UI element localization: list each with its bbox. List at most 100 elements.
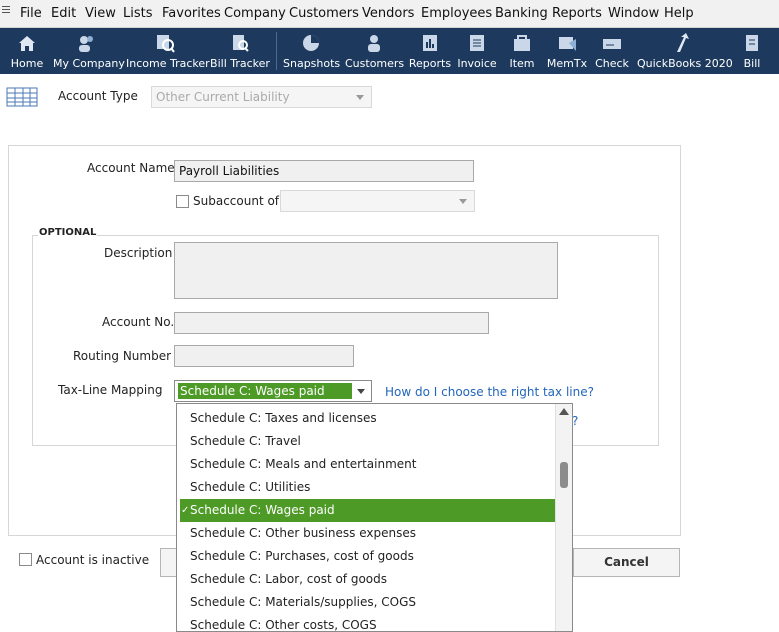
menu-favorites[interactable]: Favorites bbox=[162, 6, 221, 21]
account-no-field[interactable] bbox=[174, 312, 489, 334]
toolbar-label: Bill bbox=[743, 57, 761, 70]
description-label: Description bbox=[104, 246, 173, 260]
cancel-button-label: Cancel bbox=[604, 555, 649, 569]
toolbar-my-company-button[interactable]: My Company bbox=[53, 28, 125, 74]
toolbar-label: Check bbox=[595, 57, 629, 70]
dropdown-option[interactable]: Schedule C: Meals and entertainment bbox=[177, 453, 555, 476]
toolbar-label: My Company bbox=[53, 57, 125, 70]
scroll-up-arrow-icon[interactable] bbox=[559, 408, 569, 415]
toolbar-label: Reports bbox=[408, 57, 452, 70]
dropdown-option[interactable]: Schedule C: Taxes and licenses bbox=[177, 407, 555, 430]
toolbar-label: Item bbox=[509, 57, 535, 70]
option-label: Schedule C: Travel bbox=[190, 434, 301, 448]
reports-icon bbox=[423, 35, 437, 51]
menu-edit[interactable]: Edit bbox=[51, 6, 76, 21]
income-tracker-icon bbox=[157, 35, 175, 53]
option-label: Schedule C: Taxes and licenses bbox=[190, 411, 377, 425]
menu-customers[interactable]: Customers bbox=[289, 6, 359, 21]
toolbar-snapshots-button[interactable]: Snapshots bbox=[283, 28, 341, 74]
menu-lists[interactable]: Lists bbox=[123, 6, 153, 21]
dropdown-option[interactable]: Schedule C: Other business expenses bbox=[177, 522, 555, 545]
account-name-field[interactable]: Payroll Liabilities bbox=[174, 160, 474, 182]
option-label: Schedule C: Materials/supplies, COGS bbox=[190, 595, 417, 609]
option-label: Schedule C: Purchases, cost of goods bbox=[190, 549, 414, 563]
dropdown-option[interactable]: Schedule C: Labor, cost of goods bbox=[177, 568, 555, 591]
subaccount-checkbox[interactable] bbox=[176, 195, 189, 208]
my-company-icon bbox=[79, 36, 93, 52]
toolbar-check-button[interactable]: Check bbox=[593, 28, 631, 74]
toolbar-label: Income Tracker bbox=[126, 57, 210, 70]
option-label: Schedule C: Wages paid bbox=[190, 503, 335, 517]
tax-line-select[interactable]: Schedule C: Wages paid bbox=[174, 380, 372, 402]
toolbar-bill-button[interactable]: Bill bbox=[735, 28, 769, 74]
account-register-icon bbox=[6, 87, 38, 107]
account-name-label: Account Name bbox=[87, 161, 175, 175]
account-type-select[interactable]: Other Current Liability bbox=[151, 86, 372, 108]
menu-window[interactable]: Window bbox=[608, 6, 659, 21]
tax-line-mapping-label: Tax-Line Mapping bbox=[58, 383, 163, 397]
description-field[interactable] bbox=[174, 242, 558, 299]
tax-line-help-link[interactable]: How do I choose the right tax line? bbox=[385, 385, 594, 399]
dropdown-option[interactable]: Schedule C: Purchases, cost of goods bbox=[177, 545, 555, 568]
option-label: Schedule C: Labor, cost of goods bbox=[190, 572, 388, 586]
dropdown-option[interactable]: Schedule C: Travel bbox=[177, 430, 555, 453]
scrollbar-thumb[interactable] bbox=[560, 462, 568, 488]
menu-vendors[interactable]: Vendors bbox=[362, 6, 414, 21]
account-no-label: Account No. bbox=[102, 315, 175, 329]
menu-company[interactable]: Company bbox=[224, 6, 286, 21]
account-inactive-label: Account is inactive bbox=[36, 553, 150, 567]
optional-label: OPTIONAL bbox=[38, 227, 98, 238]
menu-grip-icon[interactable] bbox=[2, 6, 10, 17]
dropdown-option[interactable]: Schedule C: Other costs, COGS bbox=[177, 614, 555, 631]
menu-bar: File Edit View Lists Favorites Company C… bbox=[0, 0, 779, 28]
account-inactive-checkbox[interactable] bbox=[19, 553, 32, 566]
option-label: Schedule C: Utilities bbox=[190, 480, 311, 494]
menu-file[interactable]: File bbox=[20, 6, 42, 21]
toolbar-quickbooks-2020-button[interactable]: QuickBooks 2020 bbox=[637, 28, 733, 74]
toolbar-label: Snapshots bbox=[283, 57, 341, 70]
toolbar-label: Invoice bbox=[457, 57, 497, 70]
bill-tracker-icon bbox=[233, 35, 249, 52]
toolbar-home-button[interactable]: Home bbox=[6, 28, 48, 74]
chevron-down-icon bbox=[356, 95, 364, 100]
quickbooks-2020-icon bbox=[677, 33, 689, 52]
toolbar-label: Home bbox=[10, 57, 44, 70]
subaccount-label: Subaccount of bbox=[193, 194, 280, 208]
cancel-button[interactable]: Cancel bbox=[573, 548, 680, 577]
menu-reports[interactable]: Reports bbox=[552, 6, 602, 21]
subaccount-select[interactable] bbox=[280, 190, 475, 212]
toolbar-income-tracker-button[interactable]: Income Tracker bbox=[126, 28, 210, 74]
account-type-label: Account Type bbox=[58, 89, 138, 103]
snapshots-icon bbox=[303, 35, 319, 51]
customers-icon bbox=[368, 35, 380, 52]
toolbar-separator bbox=[276, 32, 277, 70]
menu-view[interactable]: View bbox=[85, 6, 116, 21]
toolbar-label: MemTx bbox=[546, 57, 588, 70]
toolbar-label: Bill Tracker bbox=[210, 57, 270, 70]
dropdown-option[interactable]: Schedule C: Utilities bbox=[177, 476, 555, 499]
tax-line-dropdown-list[interactable]: Schedule C: Taxes and licenses Schedule … bbox=[176, 403, 573, 632]
option-label: Schedule C: Meals and entertainment bbox=[190, 457, 417, 471]
toolbar-invoice-button[interactable]: Invoice bbox=[456, 28, 498, 74]
toolbar-memtx-button[interactable]: MemTx bbox=[545, 28, 589, 74]
account-name-value: Payroll Liabilities bbox=[179, 164, 280, 178]
memtx-icon bbox=[559, 37, 576, 51]
toolbar-item-button[interactable]: Item bbox=[504, 28, 540, 74]
check-icon bbox=[603, 39, 621, 49]
routing-number-field[interactable] bbox=[174, 345, 354, 367]
dropdown-option-selected[interactable]: ✓ Schedule C: Wages paid bbox=[180, 499, 556, 522]
toolbar-customers-button[interactable]: Customers bbox=[345, 28, 404, 74]
tax-line-selected-value: Schedule C: Wages paid bbox=[178, 383, 352, 399]
dropdown-option[interactable]: Schedule C: Materials/supplies, COGS bbox=[177, 591, 555, 614]
chevron-down-icon bbox=[459, 199, 467, 204]
invoice-icon bbox=[470, 35, 484, 51]
menu-employees[interactable]: Employees bbox=[421, 6, 492, 21]
routing-number-label: Routing Number bbox=[73, 349, 172, 363]
dropdown-scrollbar[interactable] bbox=[555, 404, 572, 631]
toolbar-bill-tracker-button[interactable]: Bill Tracker bbox=[210, 28, 270, 74]
chevron-down-icon bbox=[357, 389, 365, 394]
item-icon bbox=[514, 35, 530, 51]
toolbar-reports-button[interactable]: Reports bbox=[408, 28, 452, 74]
menu-banking[interactable]: Banking bbox=[495, 6, 548, 21]
menu-help[interactable]: Help bbox=[664, 6, 694, 21]
